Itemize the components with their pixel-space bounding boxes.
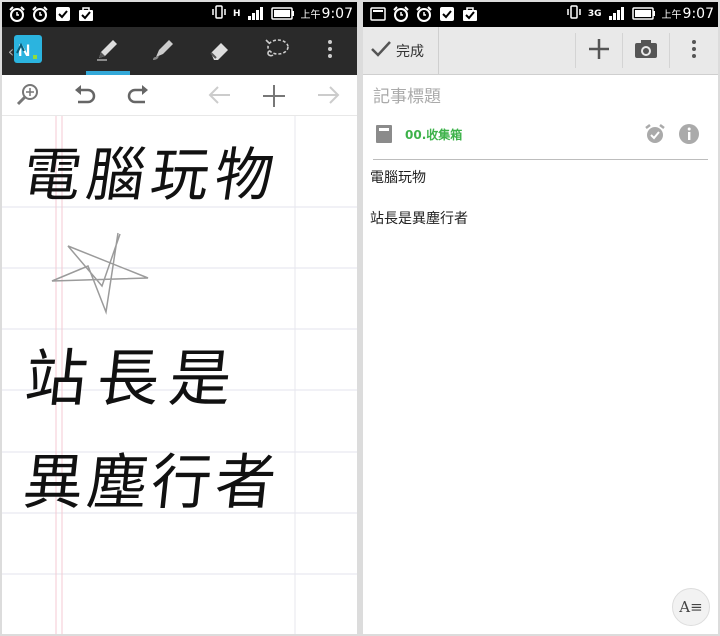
note-title-input[interactable]: 記事標題 [373, 82, 441, 107]
overflow-menu-button[interactable] [310, 27, 350, 75]
handwriting-line-3: 異塵行者 [19, 448, 284, 518]
status-bar: 3G 上午9:07 [363, 2, 718, 27]
evernote-penultimate-icon: N [14, 35, 43, 67]
note-body-line-2[interactable]: 站長是異塵行者 [370, 208, 468, 228]
handwriting-canvas[interactable]: 電腦玩物 站長是 異塵行者 [2, 116, 357, 634]
page-prev-icon[interactable] [206, 84, 232, 110]
note-body-line-1[interactable]: 電腦玩物 [370, 167, 426, 187]
done-button[interactable]: 完成 [363, 27, 439, 74]
alarm-icon [415, 5, 432, 22]
alarm-icon [8, 5, 25, 22]
checkbox-notification-icon [438, 5, 455, 22]
status-bar: H 上午9:07 [2, 2, 357, 27]
info-icon[interactable] [678, 123, 700, 149]
more-icon [327, 39, 333, 63]
lasso-tool-button[interactable] [248, 27, 304, 75]
add-attachment-button[interactable] [575, 33, 622, 68]
checkmark-icon [370, 39, 392, 63]
camera-icon [634, 39, 658, 63]
clock: 上午9:07 [661, 6, 714, 22]
page-toolbar [2, 75, 357, 116]
divider [373, 159, 708, 160]
alarm-icon [31, 5, 48, 22]
handwriting-editor-panel: H 上午9:07 ‹ N 電腦玩物 站長是 異塵行者 [2, 2, 357, 634]
notebook-selector[interactable]: 00.收集箱 [375, 120, 706, 150]
undo-icon[interactable] [72, 84, 96, 110]
bag-check-icon [77, 5, 94, 22]
camera-button[interactable] [622, 33, 670, 68]
signal-icon [247, 5, 265, 24]
notebook-icon [375, 124, 393, 148]
zoom-icon[interactable] [16, 83, 40, 111]
vibrate-icon [566, 4, 582, 24]
eraser-tool-button[interactable] [192, 27, 248, 75]
handwriting-line-2: 站長是 [21, 342, 246, 415]
checkbox-notification-icon [54, 5, 71, 22]
more-icon [691, 39, 697, 63]
battery-icon [631, 5, 656, 24]
plus-icon [587, 37, 611, 65]
brush-tool-button[interactable] [136, 27, 192, 75]
vibrate-icon [211, 4, 227, 24]
signal-icon [608, 5, 626, 24]
battery-icon [270, 5, 295, 24]
add-page-icon[interactable] [261, 83, 287, 113]
text-format-button[interactable]: A≡ [672, 588, 710, 626]
done-label: 完成 [396, 43, 424, 60]
brush-icon [151, 36, 177, 66]
overflow-menu-button[interactable] [671, 33, 717, 68]
handwriting-line-1: 電腦玩物 [18, 141, 285, 209]
reminder-alarm-icon[interactable] [644, 123, 666, 149]
clock: 上午9:07 [300, 6, 353, 22]
bag-check-icon [461, 5, 478, 22]
note-editor-panel: 3G 上午9:07 完成 記事標題 00.收集箱 電腦玩物 站長是異塵行者 A≡ [363, 2, 718, 634]
screenshot-icon [369, 5, 386, 22]
network-type-label: H [233, 9, 241, 19]
pen-tool-button[interactable] [80, 27, 136, 75]
note-toolbar: 完成 [363, 27, 718, 75]
redo-icon[interactable] [127, 84, 151, 110]
app-back-button[interactable]: ‹ N [2, 27, 48, 75]
star-doodle [51, 232, 149, 315]
eraser-icon [207, 36, 233, 66]
network-type-label: 3G [587, 9, 602, 19]
notebook-label: 00.收集箱 [405, 128, 463, 142]
page-next-icon[interactable] [316, 84, 342, 110]
pen-icon [95, 36, 121, 66]
drawing-toolbar: ‹ N [2, 27, 357, 75]
alarm-icon [392, 5, 409, 22]
lasso-select-icon [262, 36, 290, 66]
